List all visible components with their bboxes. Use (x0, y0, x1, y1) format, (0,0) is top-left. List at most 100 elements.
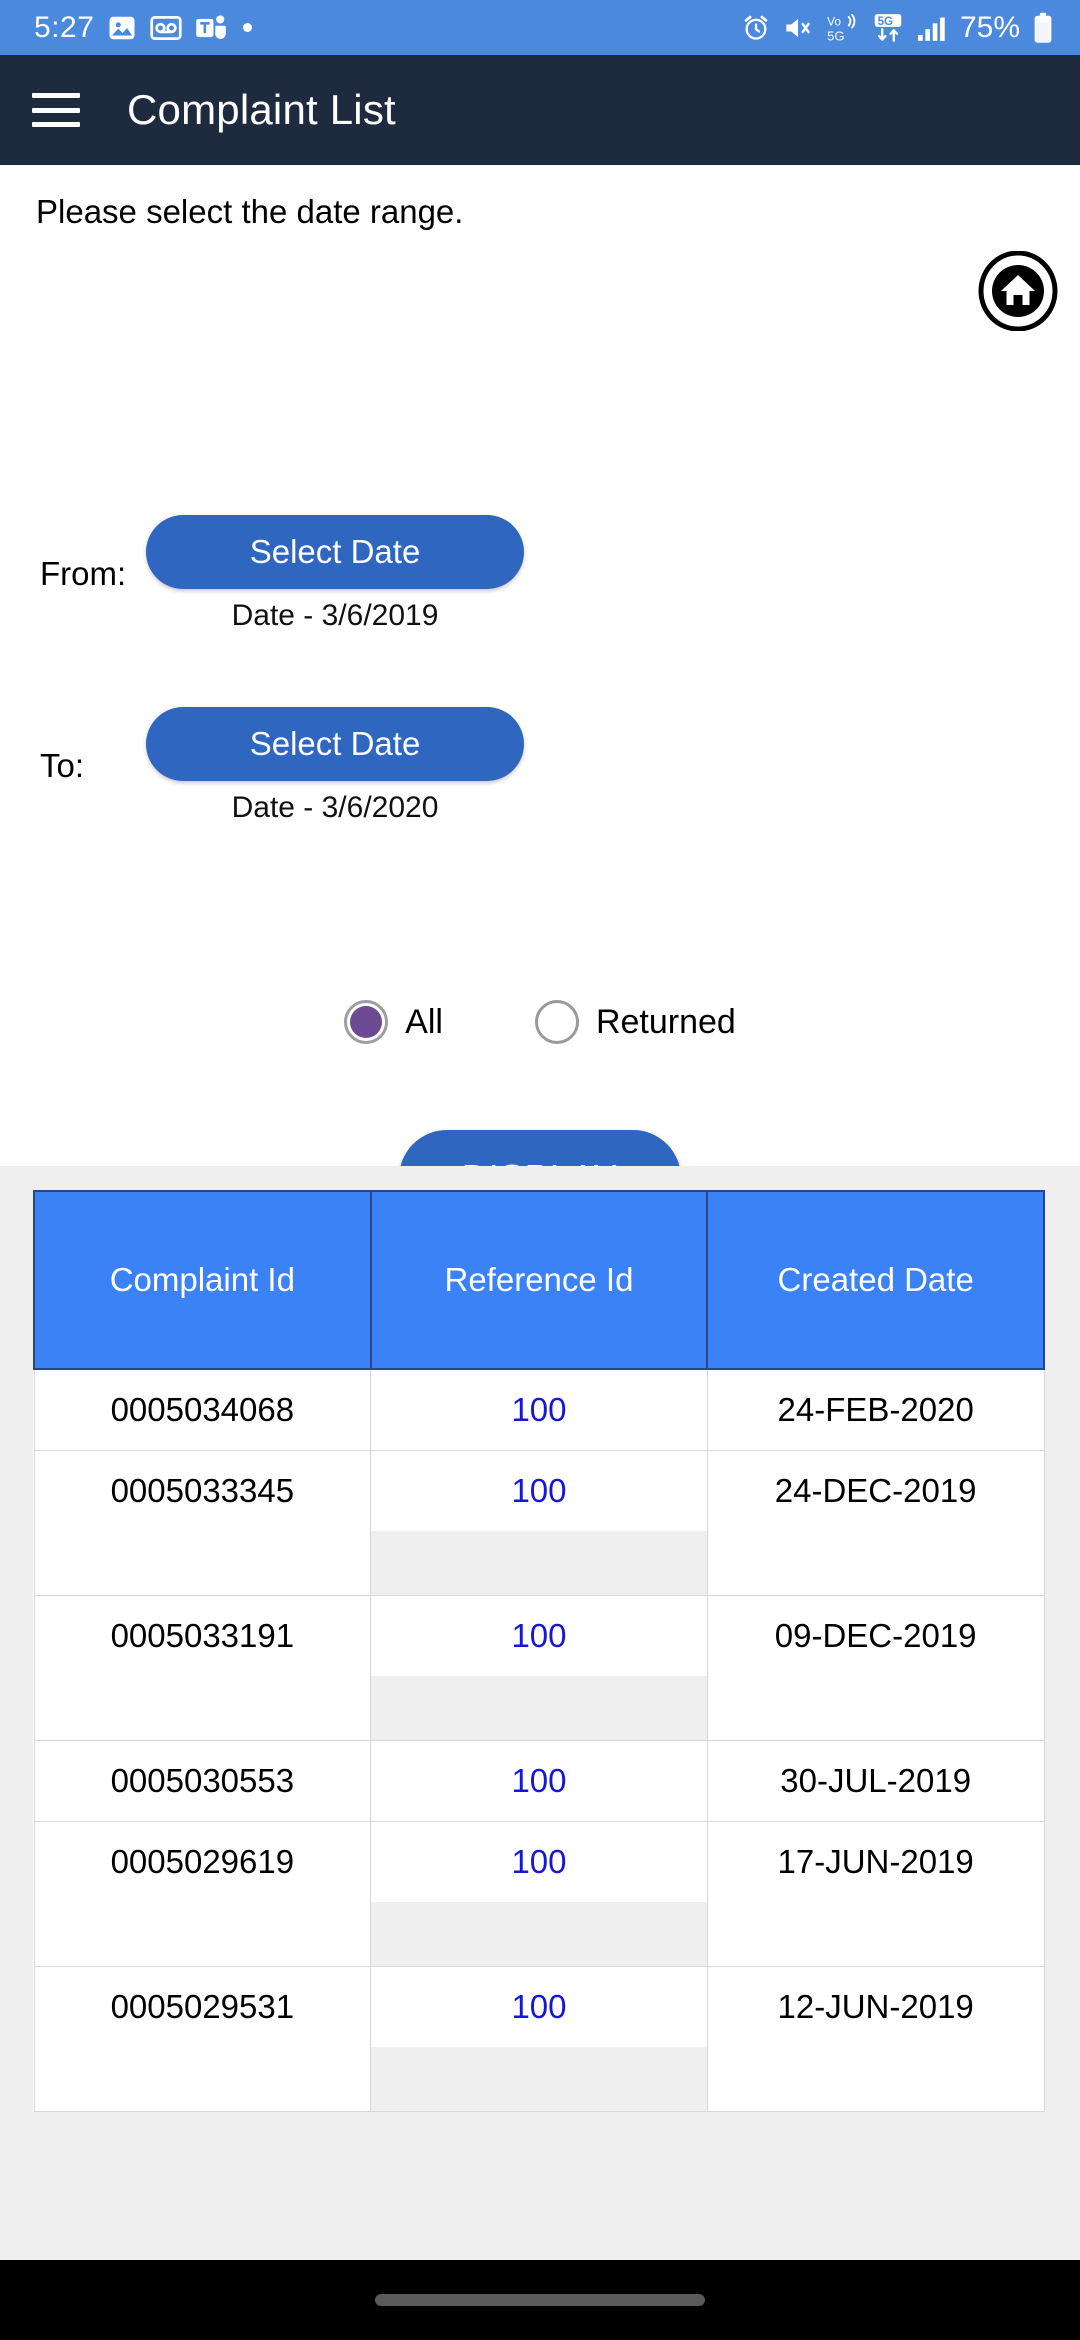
cell-complaint-id: 0005029531 (33, 1966, 372, 2112)
row-filler (371, 1902, 707, 1966)
signal-bars-icon (916, 14, 948, 42)
cell-reference-id: 100 (370, 1368, 708, 1451)
cell-complaint-id-value: 0005034068 (110, 1391, 295, 1428)
cell-complaint-id-value: 0005033191 (110, 1617, 295, 1654)
table-row[interactable]: 0005030553 100 30-JUL-2019 (33, 1740, 1045, 1822)
column-header-complaint-id: Complaint Id (33, 1190, 372, 1370)
cell-reference-id-value: 100 (511, 1472, 567, 1509)
cell-created-date: 17-JUN-2019 (706, 1821, 1045, 1967)
home-icon[interactable] (978, 250, 1058, 332)
main-content: Please select the date range. From: Sele… (0, 165, 1080, 1333)
cell-created-date: 24-FEB-2020 (706, 1368, 1045, 1451)
battery-percent-label: 75% (959, 10, 1020, 44)
cell-reference-id-value: 100 (511, 1988, 567, 2025)
radio-option-returned[interactable]: Returned (534, 1000, 736, 1044)
row-filler (707, 1902, 1044, 1966)
date-range-hint: Please select the date range. (36, 193, 464, 230)
row-filler (371, 1676, 707, 1740)
teams-icon (195, 13, 227, 43)
cell-reference-id: 100 (370, 1966, 708, 2112)
cell-reference-id: 100 (370, 1595, 708, 1741)
from-label: From: (40, 555, 127, 592)
to-date-row: To: Select Date Date - 3/6/2020 (36, 707, 524, 825)
hamburger-line (32, 122, 80, 127)
table-row[interactable]: 0005029619 100 17-JUN-2019 (33, 1821, 1045, 1967)
app-bar: Complaint List (0, 55, 1080, 165)
cell-complaint-id: 0005033345 (33, 1450, 372, 1596)
cell-created-date: 24-DEC-2019 (706, 1450, 1045, 1596)
svg-text:5G: 5G (878, 15, 893, 27)
to-date-value: Date - 3/6/2020 (231, 791, 439, 824)
to-date-control: Select Date Date - 3/6/2020 (146, 707, 524, 825)
to-label: To: (40, 747, 85, 784)
radio-circle-returned-icon (534, 1000, 579, 1044)
cell-reference-id-value: 100 (511, 1391, 567, 1428)
cell-complaint-id-value: 0005029531 (110, 1988, 295, 2025)
cell-created-date-value: 24-DEC-2019 (774, 1472, 977, 1509)
row-filler (34, 2047, 371, 2111)
table-header: Complaint Id Reference Id Created Date (33, 1190, 1045, 1370)
svg-text:5G: 5G (827, 28, 844, 43)
row-filler (371, 2047, 707, 2111)
radio-label-all: All (405, 1002, 443, 1041)
radio-option-all[interactable]: All (344, 1000, 443, 1044)
svg-text:Vo: Vo (827, 14, 841, 28)
table-row[interactable]: 0005029531 100 12-JUN-2019 (33, 1966, 1045, 2112)
cell-complaint-id-value: 0005033345 (110, 1472, 295, 1509)
row-filler (371, 1531, 707, 1595)
table-body: 0005034068 100 24-FEB-2020 0005033345 100 24-… (33, 1368, 1045, 2112)
table-header-row: Complaint Id Reference Id Created Date (33, 1190, 1045, 1370)
status-bar-right: Vo 5G 5G 75% (742, 11, 1054, 45)
cell-complaint-id: 0005029619 (33, 1821, 372, 1967)
cell-reference-id: 100 (370, 1740, 708, 1822)
hamburger-line (32, 107, 80, 113)
mute-vibrate-icon (782, 14, 814, 42)
table-row[interactable]: 0005033191 100 09-DEC-2019 (33, 1595, 1045, 1741)
status-bar-left: 5:27 (34, 10, 253, 45)
to-select-date-button[interactable]: Select Date (146, 707, 524, 781)
cell-complaint-id: 0005033191 (33, 1595, 372, 1741)
cell-complaint-id-value: 0005029619 (110, 1843, 295, 1880)
battery-icon (1032, 12, 1054, 44)
filter-radio-group: All Returned (0, 1000, 1080, 1044)
row-filler (707, 2047, 1044, 2111)
page-title: Complaint List (127, 86, 396, 133)
row-filler (34, 1531, 371, 1595)
cell-created-date: 30-JUL-2019 (706, 1740, 1045, 1822)
from-select-date-button[interactable]: Select Date (146, 515, 524, 589)
cell-reference-id-value: 100 (511, 1843, 567, 1880)
column-header-created-date: Created Date (706, 1190, 1045, 1370)
cell-created-date-value: 09-DEC-2019 (774, 1617, 977, 1654)
5g-data-icon: 5G (872, 13, 904, 43)
radio-label-returned: Returned (595, 1002, 736, 1041)
cell-created-date-value: 24-FEB-2020 (777, 1391, 974, 1428)
from-date-row: From: Select Date Date - 3/6/2019 (36, 515, 524, 633)
gesture-pill-handle[interactable] (375, 2294, 705, 2306)
voicemail-icon (150, 13, 183, 43)
from-date-value: Date - 3/6/2019 (231, 599, 439, 632)
alarm-icon (742, 14, 770, 42)
table-row[interactable]: 0005033345 100 24-DEC-2019 (33, 1450, 1045, 1596)
cell-reference-id: 100 (370, 1821, 708, 1967)
cell-reference-id-value: 100 (511, 1762, 567, 1799)
row-filler (707, 1531, 1044, 1595)
status-bar: 5:27 Vo 5G 5G 75% (0, 0, 1080, 55)
from-date-control: Select Date Date - 3/6/2019 (146, 515, 524, 633)
complaints-table: Complaint Id Reference Id Created Date 0… (33, 1190, 1045, 2112)
radio-dot-icon (350, 1006, 383, 1038)
column-header-reference-id: Reference Id (369, 1190, 709, 1370)
row-filler (34, 1902, 371, 1966)
cell-created-date: 12-JUN-2019 (706, 1966, 1045, 2112)
row-filler (707, 1676, 1044, 1740)
cell-complaint-id: 0005034068 (33, 1368, 372, 1451)
row-filler (34, 1676, 371, 1740)
results-table-area[interactable]: Complaint Id Reference Id Created Date 0… (0, 1166, 1080, 2260)
table-row[interactable]: 0005034068 100 24-FEB-2020 (33, 1368, 1045, 1451)
cell-created-date-value: 17-JUN-2019 (777, 1843, 974, 1880)
hamburger-menu-icon[interactable] (32, 93, 80, 127)
status-bar-clock: 5:27 (34, 10, 95, 44)
notification-dot-icon (243, 23, 253, 32)
cell-reference-id: 100 (370, 1450, 708, 1596)
cell-created-date-value: 12-JUN-2019 (777, 1988, 974, 2025)
cell-complaint-id: 0005030553 (33, 1740, 372, 1822)
